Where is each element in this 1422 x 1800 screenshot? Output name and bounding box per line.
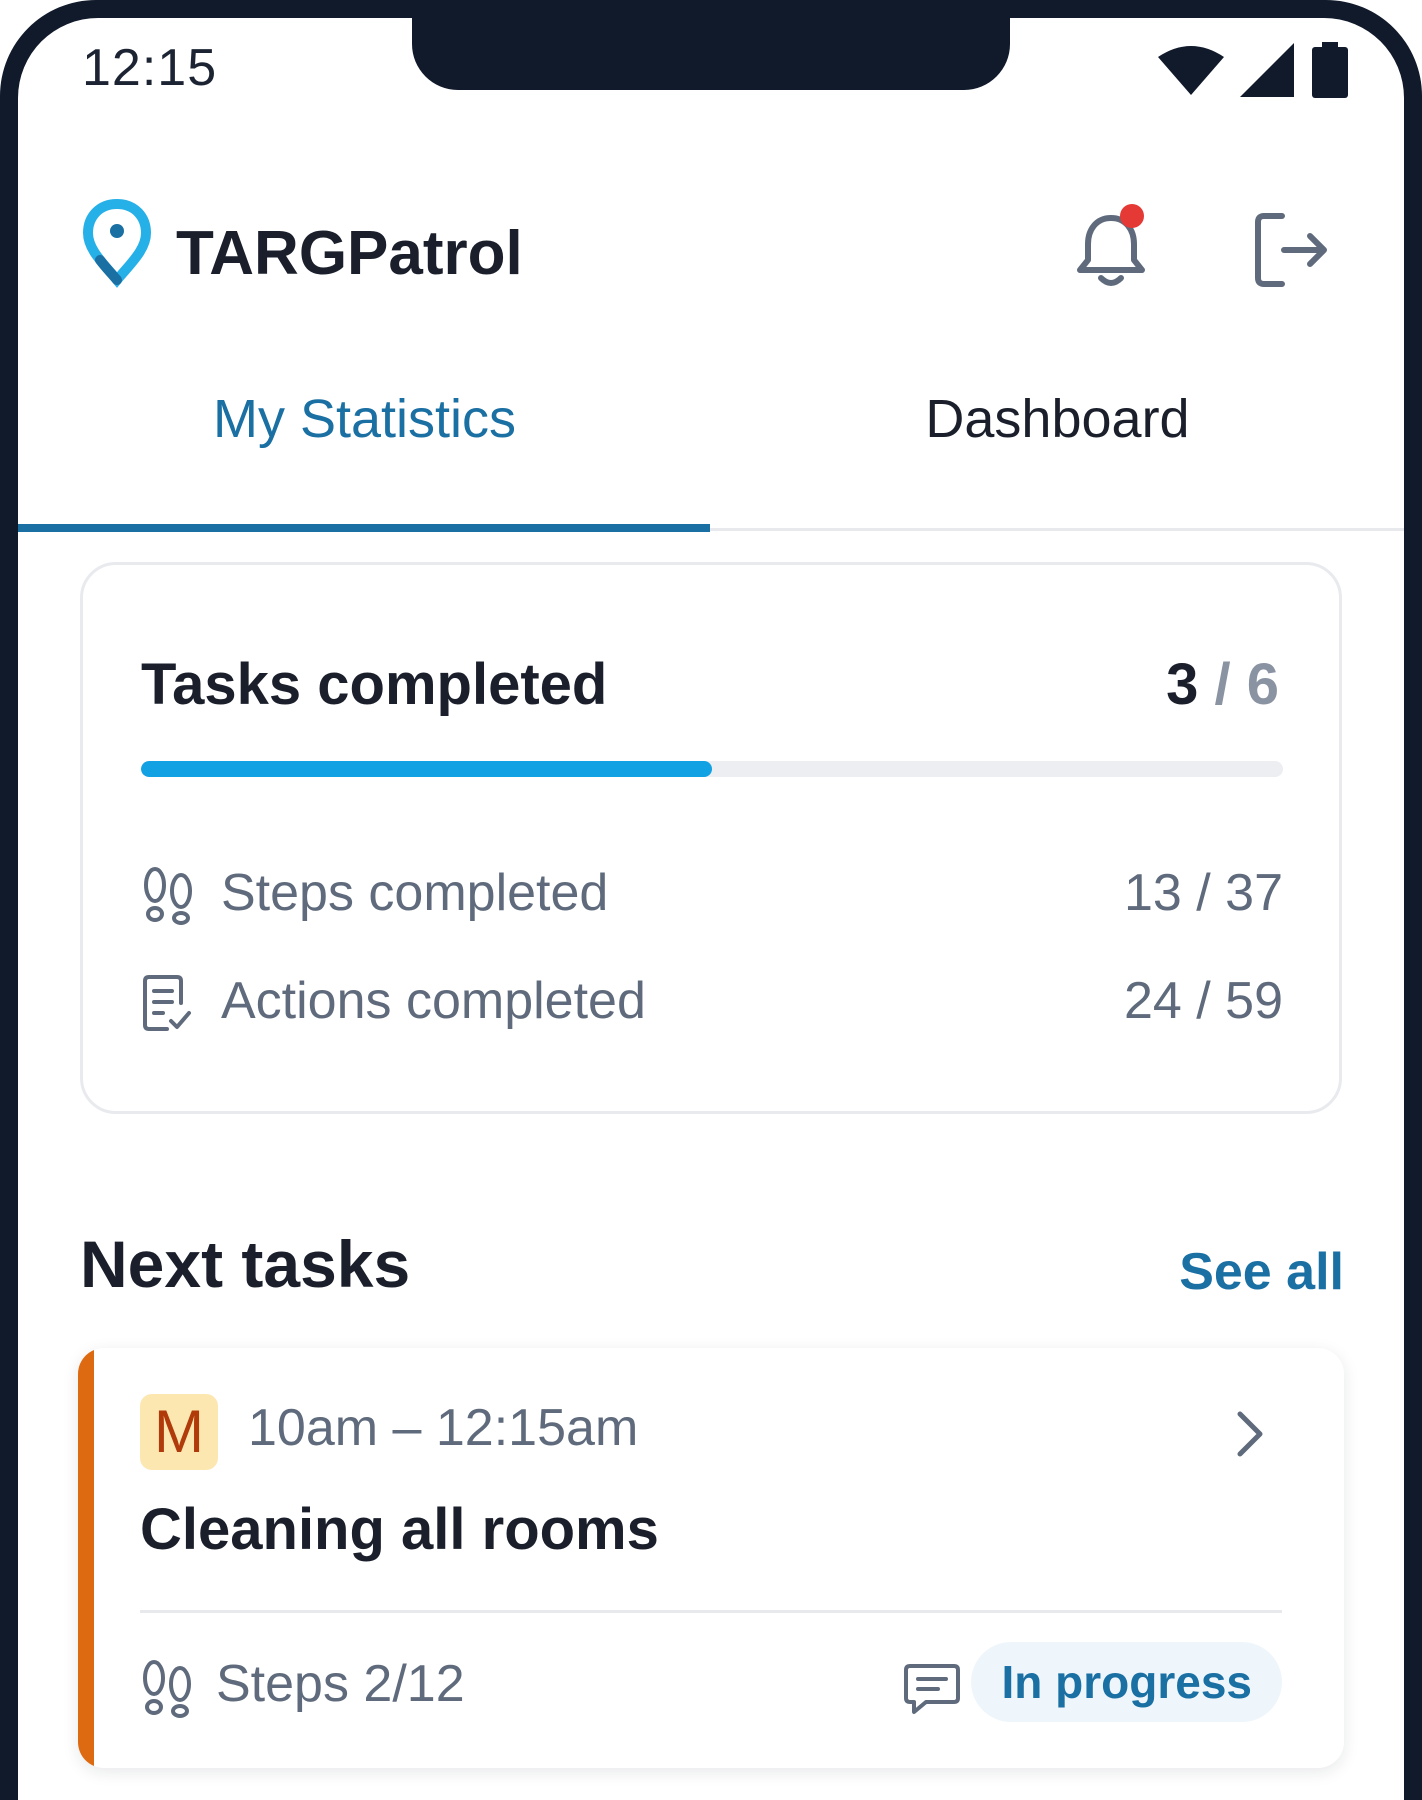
screen: 12:15 TARGPatrol My Statistics Dashboard… bbox=[18, 18, 1404, 1800]
task-badge: M bbox=[140, 1394, 218, 1470]
checklist-icon bbox=[143, 975, 191, 1031]
bell-icon bbox=[1077, 204, 1145, 286]
steps-completed-value: 13 / 37 bbox=[1123, 864, 1283, 922]
actions-completed-value: 24 / 59 bbox=[1123, 972, 1283, 1030]
task-steps: Steps 2/12 bbox=[216, 1655, 465, 1713]
tasks-completed-value: 3 / 6 bbox=[1166, 651, 1279, 718]
steps-completed-row: Steps completed 13 / 37 bbox=[141, 861, 1283, 925]
phone-frame: 12:15 TARGPatrol My Statistics Dashboard… bbox=[0, 0, 1422, 1800]
status-time: 12:15 bbox=[82, 39, 218, 97]
task-priority-accent bbox=[78, 1348, 94, 1768]
notification-dot bbox=[1120, 204, 1144, 228]
comment-icon[interactable] bbox=[902, 1658, 962, 1718]
notifications-button[interactable] bbox=[1066, 204, 1156, 294]
statistics-card: Tasks completed 3 / 6 Steps completed 13… bbox=[80, 562, 1342, 1114]
app-title: TARGPatrol bbox=[176, 219, 523, 288]
status-icons bbox=[1158, 40, 1350, 100]
logout-icon bbox=[1255, 213, 1327, 287]
task-title: Cleaning all rooms bbox=[140, 1497, 659, 1562]
active-tab-indicator bbox=[18, 524, 710, 532]
task-time: 10am – 12:15am bbox=[248, 1399, 639, 1457]
tab-bar: My Statistics Dashboard bbox=[18, 348, 1404, 532]
actions-completed-row: Actions completed 24 / 59 bbox=[141, 969, 1283, 1033]
tasks-progress-fill bbox=[141, 761, 712, 777]
task-card[interactable]: M 10am – 12:15am Cleaning all rooms Step… bbox=[78, 1348, 1344, 1768]
see-all-link[interactable]: See all bbox=[1179, 1242, 1344, 1302]
task-divider bbox=[140, 1610, 1282, 1613]
actions-completed-label: Actions completed bbox=[221, 972, 646, 1030]
logout-button[interactable] bbox=[1252, 210, 1332, 290]
footsteps-icon bbox=[144, 867, 192, 925]
camera-notch bbox=[412, 18, 1010, 90]
tab-dashboard[interactable]: Dashboard bbox=[711, 348, 1404, 532]
steps-completed-label: Steps completed bbox=[221, 864, 609, 922]
app-header: TARGPatrol bbox=[82, 198, 1346, 298]
signal-icon bbox=[1240, 43, 1294, 97]
chevron-right-icon[interactable] bbox=[1230, 1406, 1270, 1462]
next-tasks-heading: Next tasks bbox=[80, 1227, 411, 1301]
task-status-badge: In progress bbox=[971, 1642, 1282, 1722]
tasks-progress-bar bbox=[141, 761, 1283, 777]
tab-my-statistics[interactable]: My Statistics bbox=[18, 348, 711, 532]
tasks-completed-label: Tasks completed bbox=[141, 652, 608, 717]
wifi-icon bbox=[1158, 46, 1224, 95]
tasks-done: 3 bbox=[1166, 652, 1199, 717]
tasks-total: 6 bbox=[1246, 652, 1279, 717]
battery-icon bbox=[1312, 42, 1348, 98]
tasks-separator: / bbox=[1198, 652, 1247, 717]
footsteps-icon bbox=[143, 1660, 191, 1718]
location-pin-icon bbox=[82, 198, 152, 288]
